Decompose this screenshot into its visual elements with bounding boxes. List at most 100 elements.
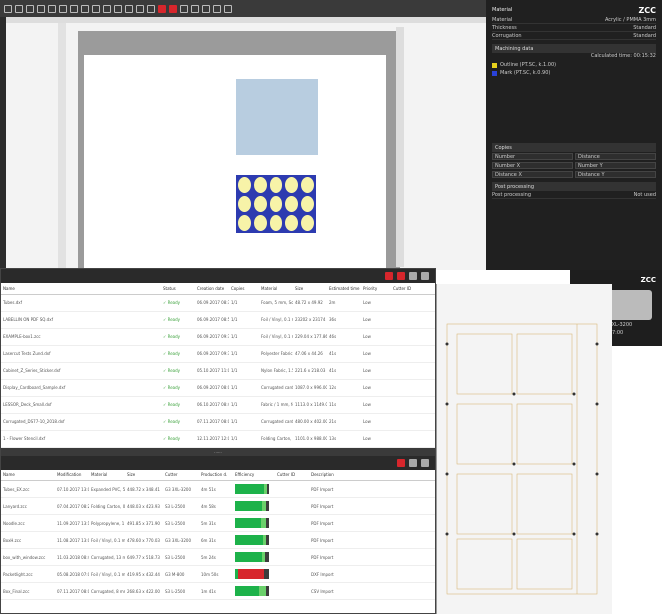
job-cell: Foam, 5 mm, Softmat: [259, 294, 293, 312]
job-row[interactable]: 1 - Flower Stencil.dxf ✓ Ready 12.11.2017 …: [1, 430, 435, 448]
zcc-red-icon[interactable]: [385, 272, 393, 280]
job-row[interactable]: Cabinet_Z_Series_Sticker.dxf ✓ Ready 05.10…: [1, 362, 435, 380]
anchor-point[interactable]: [572, 392, 576, 396]
anchor-point[interactable]: [445, 342, 449, 346]
mirror-icon[interactable]: [147, 4, 155, 13]
copies-number[interactable]: Number: [492, 153, 573, 160]
delete-icon[interactable]: [421, 272, 429, 280]
drawing-canvas[interactable]: [6, 17, 486, 270]
canvas-scrollbar[interactable]: [396, 27, 404, 267]
select-icon[interactable]: [37, 4, 45, 13]
anchor-point[interactable]: [512, 392, 516, 396]
copies-distance-y[interactable]: Distance Y: [575, 171, 656, 178]
job-col-header[interactable]: Cutter ID: [391, 283, 435, 295]
zcc-red-icon-2[interactable]: [397, 458, 405, 467]
history-col-header[interactable]: Efficiency: [233, 469, 275, 481]
job-col-header[interactable]: Name: [1, 283, 161, 295]
save-icon[interactable]: [4, 4, 12, 13]
copies-distance[interactable]: Distance: [575, 153, 656, 160]
delete-icon-2[interactable]: [421, 458, 429, 467]
job-col-header[interactable]: Estimated time: [327, 283, 361, 295]
split-handle[interactable]: ......: [1, 447, 435, 456]
layer-mark[interactable]: Mark (PT.SC, k.0.90): [492, 69, 656, 77]
anchor-point[interactable]: [572, 462, 576, 466]
history-col-header[interactable]: Material: [89, 469, 125, 481]
job-row[interactable]: LABELLIN ON PDF SQ.dxf ✓ Ready 06.09.2017 …: [1, 311, 435, 329]
nested-circles-grid[interactable]: [236, 175, 316, 233]
layout-preview[interactable]: [436, 284, 612, 614]
anchor-point[interactable]: [445, 402, 449, 406]
post-processing-section[interactable]: Post processing: [492, 182, 656, 191]
anchor-point[interactable]: [445, 532, 449, 536]
anchor-point[interactable]: [572, 532, 576, 536]
material-row[interactable]: Material Acrylic / PMMA 3mm: [492, 16, 656, 24]
fit-icon[interactable]: [213, 4, 221, 13]
copies-number-x[interactable]: Number X: [492, 162, 573, 169]
history-col-header[interactable]: Size: [125, 469, 163, 481]
anchor-point[interactable]: [595, 342, 599, 346]
align-center-icon[interactable]: [103, 4, 111, 13]
undo-icon[interactable]: [15, 4, 23, 13]
job-col-header[interactable]: Creation date: [195, 283, 229, 295]
anchor-point[interactable]: [445, 472, 449, 476]
anchor-point[interactable]: [595, 532, 599, 536]
job-row[interactable]: EXAMPLE-box1.zcc✓ Ready06.09.2017 09:311…: [1, 328, 435, 346]
rotate-icon[interactable]: [136, 4, 144, 13]
zoom-icon[interactable]: [202, 4, 210, 13]
history-row[interactable]: Box_Final.zcc07.11.2017 08:00Corrugated,…: [1, 582, 435, 600]
copies-distance-x[interactable]: Distance X: [492, 171, 573, 178]
anchor-point[interactable]: [595, 472, 599, 476]
cut-red-icon-2[interactable]: [397, 272, 405, 280]
anchor-point[interactable]: [512, 532, 516, 536]
history-row[interactable]: Tubes_EX.zcc07.10.2017 13:04Expanded PVC…: [1, 480, 435, 498]
cut-red-icon[interactable]: [158, 4, 166, 13]
job-col-header[interactable]: Priority: [361, 283, 391, 295]
post-processing-row[interactable]: Post processing Not used: [492, 191, 656, 199]
job-col-header[interactable]: Status: [161, 283, 195, 295]
job-row[interactable]: Corrugated_DS77-10_2018.dxf ✓ Ready 07.11.…: [1, 413, 435, 431]
job-cell: 12.11.2017 12:00: [195, 430, 229, 448]
pointer-icon[interactable]: [180, 4, 188, 13]
history-col-header[interactable]: Production d.: [199, 469, 233, 481]
copies-section[interactable]: Copies: [492, 143, 656, 152]
history-col-header[interactable]: Description: [309, 469, 435, 481]
frame-icon[interactable]: [191, 4, 199, 13]
settings-icon-2[interactable]: [409, 458, 417, 467]
distribute-icon[interactable]: [125, 4, 133, 13]
history-row[interactable]: box_with_window.zcc11.03.2018 08:48Corru…: [1, 548, 435, 566]
job-row[interactable]: LESSOR_Deck_Small.dxf ✓ Ready 06.10.2017 0…: [1, 396, 435, 414]
history-col-header[interactable]: Name: [1, 469, 55, 481]
job-col-header[interactable]: Material: [259, 283, 293, 295]
corrugation-row[interactable]: Corrugation Standard: [492, 32, 656, 40]
pen-icon[interactable]: [48, 4, 56, 13]
history-row[interactable]: BoxH.zcc11.08.2017 13:00Foil / Vinyl, 0.…: [1, 531, 435, 549]
blue-shape[interactable]: [236, 79, 318, 155]
copies-number-y[interactable]: Number Y: [575, 162, 656, 169]
history-col-header[interactable]: Modification: [55, 469, 89, 481]
machining-section[interactable]: Machining data: [492, 44, 656, 53]
redo-icon[interactable]: [26, 4, 34, 13]
grid-icon[interactable]: [224, 4, 232, 13]
history-row[interactable]: Lanyard.zcc07.04.2017 08:24Folding Carto…: [1, 497, 435, 515]
anchor-point[interactable]: [595, 402, 599, 406]
job-row[interactable]: Tubes.dxf✓ Ready06.09.2017 08:301/1Foam,…: [1, 294, 435, 312]
align-right-icon[interactable]: [114, 4, 122, 13]
job-col-header[interactable]: Size: [293, 283, 327, 295]
cut-mode-icon[interactable]: [169, 4, 177, 13]
ruler-icon[interactable]: [81, 4, 89, 13]
history-row[interactable]: Packetlight.zcc05.08.2018 07:00Foil / Vi…: [1, 565, 435, 583]
align-left-icon[interactable]: [92, 4, 100, 13]
history-row[interactable]: Noodle.zcc11.09.2017 13:14Polypropylene,…: [1, 514, 435, 532]
history-col-header[interactable]: Cutter ID: [275, 469, 309, 481]
history-col-header[interactable]: Cutter: [163, 469, 199, 481]
job-row[interactable]: Display_Cardboard_Sample.dxf ✓ Ready 06.09…: [1, 379, 435, 397]
bezier-icon[interactable]: [59, 4, 67, 13]
node-icon[interactable]: [70, 4, 78, 13]
job-cell: 1/1: [229, 328, 259, 346]
job-row[interactable]: Lasercut Tests Zund.dxf ✓ Ready 06.09.2017…: [1, 345, 435, 363]
layer-outline[interactable]: Outline (PT.SC, k.1.00): [492, 61, 656, 69]
job-col-header[interactable]: Copies: [229, 283, 259, 295]
settings-icon[interactable]: [409, 272, 417, 280]
anchor-point[interactable]: [512, 462, 516, 466]
thickness-row[interactable]: Thickness Standard: [492, 24, 656, 32]
